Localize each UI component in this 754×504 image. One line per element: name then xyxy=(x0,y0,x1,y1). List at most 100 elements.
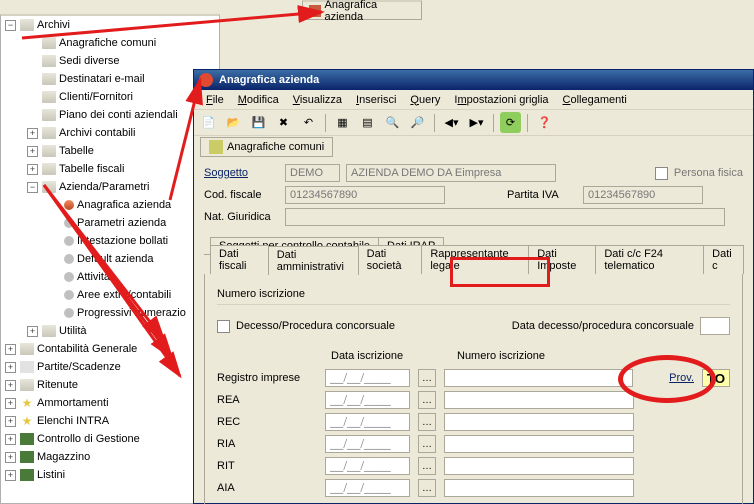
menu-modifica[interactable]: Modifica xyxy=(232,93,285,107)
toggle-icon[interactable]: + xyxy=(27,146,38,157)
codfiscale-field[interactable] xyxy=(285,186,445,204)
piva-field[interactable] xyxy=(583,186,703,204)
date-picker-button[interactable]: … xyxy=(418,369,436,387)
num-iscrizione-field[interactable] xyxy=(444,457,634,475)
go-button[interactable]: ⟳ xyxy=(500,112,521,133)
tree-item[interactable]: Parametri azienda xyxy=(1,214,219,232)
soggetto-code-field[interactable] xyxy=(285,164,340,182)
tree-root[interactable]: +Ritenute xyxy=(1,376,219,394)
expand-icon[interactable]: + xyxy=(5,344,16,355)
num-iscrizione-field[interactable] xyxy=(444,435,634,453)
prev-button[interactable]: ◀▾ xyxy=(441,112,462,133)
expand-icon[interactable]: + xyxy=(5,380,16,391)
expand-icon[interactable]: + xyxy=(5,362,16,373)
tab-dati-fiscali[interactable]: Dati fiscali xyxy=(210,245,269,274)
expand-icon[interactable]: + xyxy=(5,470,16,481)
menu-visualizza[interactable]: Visualizza xyxy=(287,93,348,107)
tab-dati-c[interactable]: Dati c xyxy=(703,245,744,274)
grid-button[interactable]: ▦ xyxy=(332,112,353,133)
expand-icon[interactable]: + xyxy=(5,434,16,445)
toggle-icon[interactable]: + xyxy=(27,164,38,175)
data-decesso-field[interactable] xyxy=(700,317,730,335)
tree-item[interactable]: −Azienda/Parametri xyxy=(1,178,219,196)
persona-fisica-checkbox[interactable] xyxy=(655,167,668,180)
date-picker-button[interactable]: … xyxy=(418,413,436,431)
help-button[interactable]: ❓ xyxy=(534,112,555,133)
num-iscrizione-field[interactable] xyxy=(444,369,633,387)
subtab-anagrafiche[interactable]: Anagrafiche comuni xyxy=(200,137,333,157)
menu-imp-griglia[interactable]: Impostazioni griglia xyxy=(448,93,554,107)
tree-item[interactable]: Piano dei conti aziendali xyxy=(1,106,219,124)
menu-inserisci[interactable]: Inserisci xyxy=(350,93,402,107)
tree-item[interactable]: Anagrafica azienda xyxy=(1,196,219,214)
soggetto-name-field[interactable] xyxy=(346,164,556,182)
open-button[interactable]: 📂 xyxy=(223,112,244,133)
expand-icon[interactable]: + xyxy=(5,398,16,409)
save-button[interactable]: 💾 xyxy=(248,112,269,133)
toggle-icon[interactable]: − xyxy=(27,182,38,193)
tree-item[interactable]: +Archivi contabili xyxy=(1,124,219,142)
date-field[interactable] xyxy=(325,479,410,497)
nat-giuridica-field[interactable] xyxy=(285,208,725,226)
find-button[interactable]: 🔍 xyxy=(382,112,403,133)
date-field[interactable] xyxy=(325,435,410,453)
soggetto-label[interactable]: Soggetto xyxy=(204,167,279,179)
decesso-checkbox[interactable] xyxy=(217,320,230,333)
date-picker-button[interactable]: … xyxy=(418,391,436,409)
grid2-button[interactable]: ▤ xyxy=(357,112,378,133)
tree-root[interactable]: +Controllo di Gestione xyxy=(1,430,219,448)
menu-query[interactable]: Query xyxy=(404,93,446,107)
tree-item[interactable]: Aree extra/contabili xyxy=(1,286,219,304)
menu-collegamenti[interactable]: Collegamenti xyxy=(557,93,633,107)
tree-root[interactable]: +Listini xyxy=(1,466,219,484)
prov-label[interactable]: Prov. xyxy=(669,372,694,384)
tree-item[interactable]: +Utilità xyxy=(1,322,219,340)
tree-item[interactable]: +Tabelle fiscali xyxy=(1,160,219,178)
new-button[interactable]: 📄 xyxy=(198,112,219,133)
tree-item[interactable]: Attività xyxy=(1,268,219,286)
date-field[interactable] xyxy=(325,413,410,431)
date-field[interactable] xyxy=(325,391,410,409)
tree-root[interactable]: +★Ammortamenti xyxy=(1,394,219,412)
tab-dati-c-c-f-telematico[interactable]: Dati c/c F24 telematico xyxy=(595,245,704,274)
tree-item[interactable]: Default azienda xyxy=(1,250,219,268)
tab-dati-amministrativi[interactable]: Dati amministrativi xyxy=(268,246,359,275)
date-picker-button[interactable]: … xyxy=(418,479,436,497)
tree-item[interactable]: Sedi diverse xyxy=(1,52,219,70)
tree-item[interactable]: Clienti/Fornitori xyxy=(1,88,219,106)
date-picker-button[interactable]: … xyxy=(418,435,436,453)
titlebar[interactable]: Anagrafica azienda xyxy=(194,70,753,90)
tree-root[interactable]: +★Elenchi INTRA xyxy=(1,412,219,430)
tree-item[interactable]: Intestazione bollati xyxy=(1,232,219,250)
tree-root[interactable]: +Contabilità Generale xyxy=(1,340,219,358)
next-button[interactable]: ▶▾ xyxy=(466,112,487,133)
tree-root[interactable]: +Magazzino xyxy=(1,448,219,466)
date-picker-button[interactable]: … xyxy=(418,457,436,475)
filter-button[interactable]: 🔎 xyxy=(407,112,428,133)
collapse-icon[interactable]: − xyxy=(5,20,16,31)
tab-rappresentante-legale[interactable]: Rappresentante legale xyxy=(421,245,529,274)
num-iscrizione-field[interactable] xyxy=(444,413,634,431)
tree-root-archivi[interactable]: − Archivi xyxy=(1,16,219,34)
tree-item[interactable]: Destinatari e-mail xyxy=(1,70,219,88)
undo-button[interactable]: ↶ xyxy=(298,112,319,133)
tree-item[interactable]: Progressivi numerazio xyxy=(1,304,219,322)
mdi-tab-anagrafica[interactable]: Anagrafica azienda xyxy=(302,0,422,20)
expand-icon[interactable]: + xyxy=(5,452,16,463)
delete-button[interactable]: ✖ xyxy=(273,112,294,133)
date-field[interactable] xyxy=(325,369,410,387)
num-iscrizione-field[interactable] xyxy=(444,479,634,497)
date-field[interactable] xyxy=(325,457,410,475)
tab-dati-imposte[interactable]: Dati Imposte xyxy=(528,245,596,274)
toggle-icon[interactable]: + xyxy=(27,326,38,337)
tree-root[interactable]: +Partite/Scadenze xyxy=(1,358,219,376)
tab-dati-societ-[interactable]: Dati società xyxy=(358,245,423,274)
toggle-icon[interactable]: + xyxy=(27,128,38,139)
prov-field[interactable] xyxy=(702,369,730,387)
num-iscrizione-field[interactable] xyxy=(444,391,634,409)
expand-icon[interactable]: + xyxy=(5,416,16,427)
nav-tree: − Archivi Anagrafiche comuniSedi diverse… xyxy=(0,14,220,504)
tree-item[interactable]: Anagrafiche comuni xyxy=(1,34,219,52)
tree-item[interactable]: +Tabelle xyxy=(1,142,219,160)
menu-file[interactable]: File xyxy=(200,93,230,107)
